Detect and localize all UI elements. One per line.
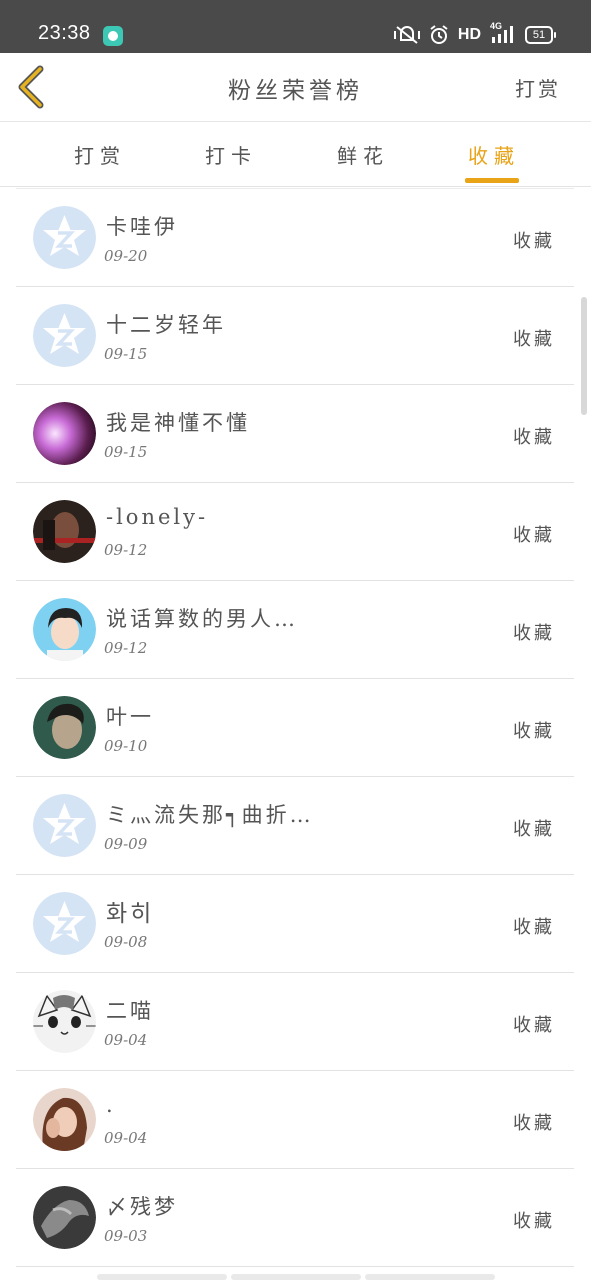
list-item[interactable]: 卡哇伊 09-20 收藏 — [16, 188, 574, 287]
list-item[interactable]: 我是神懂不懂 09-15 收藏 — [16, 385, 574, 483]
item-type: 收藏 — [513, 525, 555, 546]
list-item[interactable]: ミ灬流失那┑曲折… 09-09 收藏 — [16, 777, 574, 875]
user-avatar — [33, 402, 96, 465]
list-item[interactable]: 说话算数的男人… 09-12 收藏 — [16, 581, 574, 679]
user-name: . — [106, 1093, 116, 1117]
item-date: 09-08 — [104, 933, 148, 951]
status-time: 23:38 — [38, 22, 91, 44]
battery-icon: 51 — [525, 26, 556, 44]
bottom-tab-strip — [97, 1274, 495, 1280]
item-date: 09-12 — [104, 541, 148, 559]
alarm-icon — [429, 25, 449, 45]
page-title: 粉丝荣誉榜 — [228, 78, 363, 104]
app-notification-icon — [103, 26, 123, 46]
item-date: 09-15 — [104, 443, 148, 461]
item-date: 09-20 — [104, 247, 148, 265]
user-avatar — [33, 500, 96, 563]
fan-list: 卡哇伊 09-20 收藏 十二岁轻年 09-15 收藏 我是神懂不懂 09-15… — [16, 188, 574, 1267]
bottom-tab-hint — [365, 1274, 495, 1280]
user-name: 我是神懂不懂 — [106, 411, 250, 435]
item-type: 收藏 — [513, 1015, 555, 1036]
list-item[interactable]: 〆残梦 09-03 收藏 — [16, 1169, 574, 1267]
tab-bar: 打赏 打卡 鲜花 收藏 — [0, 122, 591, 187]
item-type: 收藏 — [513, 1113, 555, 1134]
signal-icon: 4G — [490, 21, 516, 45]
item-type: 收藏 — [513, 231, 555, 252]
user-avatar — [33, 1186, 96, 1249]
item-type: 收藏 — [513, 917, 555, 938]
network-label: HD — [457, 26, 481, 43]
list-item[interactable]: -lonely- 09-12 收藏 — [16, 483, 574, 581]
list-item[interactable]: 十二岁轻年 09-15 收藏 — [16, 287, 574, 385]
header: 粉丝荣誉榜 打赏 — [0, 53, 591, 122]
list-item[interactable]: 二喵 09-04 收藏 — [16, 973, 574, 1071]
item-type: 收藏 — [513, 329, 555, 350]
reward-button[interactable]: 打赏 — [515, 73, 561, 102]
mute-vibrate-icon — [393, 25, 420, 45]
item-date: 09-03 — [104, 1227, 148, 1245]
tab-favorites[interactable]: 收藏 — [468, 140, 520, 169]
tab-reward[interactable]: 打赏 — [74, 140, 126, 169]
default-avatar-icon — [33, 794, 96, 857]
bottom-tab-hint — [231, 1274, 361, 1280]
user-avatar — [33, 1088, 96, 1151]
tab-checkin[interactable]: 打卡 — [205, 140, 257, 169]
user-name: ミ灬流失那┑曲折… — [106, 803, 314, 827]
item-date: 09-15 — [104, 345, 148, 363]
default-avatar-icon — [33, 206, 96, 269]
user-name: 十二岁轻年 — [106, 313, 226, 337]
user-avatar — [33, 696, 96, 759]
item-type: 收藏 — [513, 721, 555, 742]
item-date: 09-04 — [104, 1031, 148, 1049]
scrollbar[interactable] — [581, 297, 587, 415]
status-bar: 23:38 HD 4G 51 — [0, 0, 591, 53]
item-date: 09-09 — [104, 835, 148, 853]
item-type: 收藏 — [513, 427, 555, 448]
user-name: -lonely- — [106, 505, 209, 529]
bottom-tab-hint — [97, 1274, 227, 1280]
user-name: 卡哇伊 — [106, 215, 178, 239]
list-item[interactable]: . 09-04 收藏 — [16, 1071, 574, 1169]
list-item[interactable]: 화히 09-08 收藏 — [16, 875, 574, 973]
item-date: 09-04 — [104, 1129, 148, 1147]
status-indicators: HD 4G 51 — [393, 21, 556, 47]
user-name: 화히 — [106, 901, 155, 927]
user-name: 说话算数的男人… — [106, 607, 298, 631]
item-date: 09-12 — [104, 639, 148, 657]
user-name: 二喵 — [106, 999, 154, 1023]
list-item[interactable]: 叶一 09-10 收藏 — [16, 679, 574, 777]
active-tab-indicator — [465, 178, 519, 183]
user-avatar — [33, 598, 96, 661]
item-type: 收藏 — [513, 819, 555, 840]
user-name: 叶一 — [106, 705, 154, 729]
user-name: 〆残梦 — [106, 1195, 178, 1219]
cat-avatar — [33, 990, 96, 1053]
item-type: 收藏 — [513, 623, 555, 644]
item-type: 收藏 — [513, 1211, 555, 1232]
tab-flowers[interactable]: 鲜花 — [337, 140, 389, 169]
default-avatar-icon — [33, 304, 96, 367]
item-date: 09-10 — [104, 737, 148, 755]
default-avatar-icon — [33, 892, 96, 955]
